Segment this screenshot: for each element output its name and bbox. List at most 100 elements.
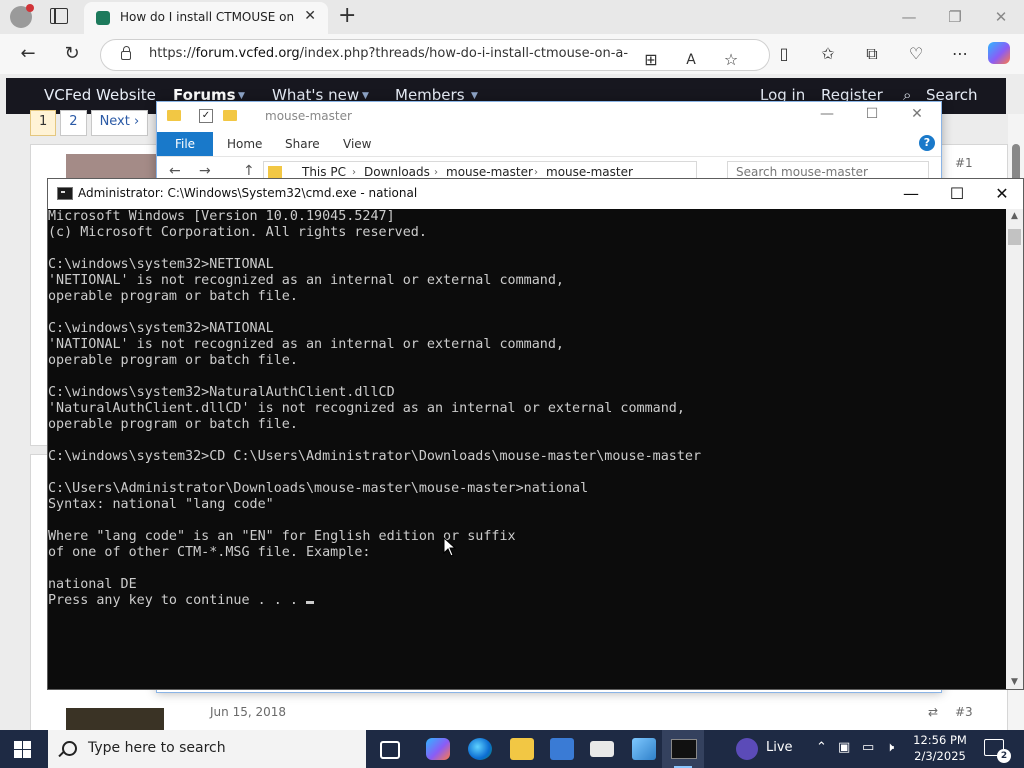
file-explorer-icon[interactable] [510,738,534,760]
taskbar: Type here to search Live ⌃ ▣ ▭ 🕨 12:56 P… [0,730,1024,768]
close-icon[interactable]: ✕ [978,0,1024,34]
search-icon [62,741,77,756]
new-folder-icon[interactable] [223,110,237,121]
collections-icon[interactable]: ⧉ [862,44,882,64]
new-tab-button[interactable]: + [338,4,356,28]
maximize-icon[interactable]: ☐ [934,181,980,207]
tab-share[interactable]: Share [285,137,320,151]
tab-home[interactable]: Home [227,137,262,151]
up-arrow-icon[interactable]: ↑ [243,163,255,179]
page-2-button[interactable]: 2 [60,110,87,136]
url-text[interactable]: https://forum.vcfed.org/index.php?thread… [149,46,629,61]
volume-muted-icon[interactable]: 🕨 [886,740,894,755]
edge-browser-icon[interactable] [468,738,492,760]
breadcrumb-downloads[interactable]: Downloads [364,165,430,179]
more-menu-icon[interactable]: ⋯ [950,44,970,64]
tab-file[interactable]: File [157,132,213,156]
back-arrow-icon[interactable]: ← [16,42,40,66]
meet-now-icon[interactable]: ▣ [838,740,850,755]
microsoft-store-icon[interactable] [550,738,574,760]
windows-start-icon[interactable] [14,741,31,758]
task-view-icon[interactable] [380,741,400,759]
notepad-icon[interactable] [632,738,656,760]
avatar[interactable] [66,708,164,730]
close-icon[interactable]: ✕ [979,181,1024,207]
browser-toolbar: ← ↻ https://forum.vcfed.org/index.php?th… [0,34,1024,75]
clock-date: 2/3/2025 [914,749,966,763]
terminal-icon [671,739,697,759]
next-page-button[interactable]: Next › [90,110,149,136]
post-3-date[interactable]: Jun 15, 2018 [210,705,286,719]
folder-icon [167,110,181,121]
restore-icon[interactable]: ❐ [932,0,978,34]
scroll-up-icon[interactable]: ▲ [1006,211,1023,221]
folder-icon [268,166,282,178]
site-favicon-icon [96,11,110,25]
split-screen-icon[interactable]: ▯ [774,44,794,64]
taskbar-search-input[interactable]: Type here to search [48,730,366,768]
favorites-icon[interactable]: ✩ [818,44,838,64]
cmd-title-bar[interactable]: Administrator: C:\Windows\System32\cmd.e… [48,179,1023,209]
command-prompt-window[interactable]: Administrator: C:\Windows\System32\cmd.e… [47,178,1024,690]
properties-icon[interactable]: ✓ [199,109,213,123]
nav-vcfed-website[interactable]: VCFed Website [44,86,156,104]
chevron-down-icon[interactable]: ▼ [362,91,369,101]
post-3-number[interactable]: #3 [955,705,973,719]
system-clock[interactable]: 12:56 PM 2/3/2025 [912,732,968,764]
browser-tab[interactable]: How do I install CTMOUSE on a d ✕ [84,2,328,34]
tab-actions-icon[interactable] [50,8,68,24]
notification-badge: 2 [997,749,1011,763]
text-cursor [305,601,314,604]
favorite-star-icon[interactable]: ☆ [721,50,741,70]
browser-tab-bar: How do I install CTMOUSE on a d ✕ + — ❐ … [0,0,1024,34]
help-icon[interactable]: ? [919,135,935,151]
terminal-icon [57,187,73,200]
chevron-right-icon[interactable]: › [352,167,356,178]
page-1-button[interactable]: 1 [30,110,57,136]
app-available-icon[interactable]: ⊞ [641,50,661,70]
console-text: Microsoft Windows [Version 10.0.19045.52… [48,209,702,608]
tab-close-icon[interactable]: ✕ [304,8,316,24]
forward-arrow-icon[interactable]: → [199,163,211,179]
console-output[interactable]: Microsoft Windows [Version 10.0.19045.52… [48,209,1006,689]
cmd-taskbar-button[interactable] [662,730,704,768]
address-bar[interactable]: https://forum.vcfed.org/index.php?thread… [100,39,770,71]
refresh-icon[interactable]: ↻ [60,42,84,66]
maximize-icon[interactable]: ☐ [857,106,887,122]
back-arrow-icon[interactable]: ← [169,163,181,179]
post-1-number[interactable]: #1 [955,156,973,170]
read-aloud-icon[interactable]: A [681,50,701,70]
tab-view[interactable]: View [343,137,371,151]
scroll-down-icon[interactable]: ▼ [1006,677,1023,687]
breadcrumb-mouse-master-inner[interactable]: mouse-master [546,165,633,179]
breadcrumb-mouse-master[interactable]: mouse-master [446,165,533,179]
profile-avatar[interactable] [10,4,34,28]
mail-icon[interactable] [590,741,614,757]
browser-essentials-icon[interactable]: ♡ [906,44,926,64]
copilot-icon[interactable] [988,42,1010,64]
live-widget-icon[interactable] [736,738,758,760]
breadcrumb-this-pc[interactable]: This PC [302,165,346,179]
console-scrollbar[interactable]: ▲ ▼ [1006,209,1023,689]
scrollbar-thumb[interactable] [1008,229,1021,245]
minimize-icon[interactable]: — [812,106,842,122]
close-icon[interactable]: ✕ [902,106,932,122]
chevron-right-icon[interactable]: › [534,167,538,178]
share-icon[interactable]: ⇄ [928,705,938,719]
chevron-right-icon[interactable]: › [434,167,438,178]
minimize-icon[interactable]: — [888,181,934,207]
copilot-taskbar-icon[interactable] [426,738,450,760]
notification-icon[interactable]: 2 [984,739,1011,763]
chevron-down-icon[interactable]: ▼ [471,91,478,101]
avatar[interactable] [66,154,156,180]
explorer-search-placeholder: Search mouse-master [736,165,868,179]
chevron-down-icon[interactable]: ▼ [238,91,245,101]
chevron-up-icon[interactable]: ⌃ [816,740,827,755]
explorer-title-bar: ✓ mouse-master — ☐ ✕ [157,102,941,132]
clock-time: 12:56 PM [913,733,967,747]
lock-icon[interactable] [121,46,131,60]
minimize-icon[interactable]: — [886,0,932,34]
pagination: 1 2 Next › [30,110,149,136]
network-icon[interactable]: ▭ [862,740,874,755]
live-label[interactable]: Live [766,740,793,755]
